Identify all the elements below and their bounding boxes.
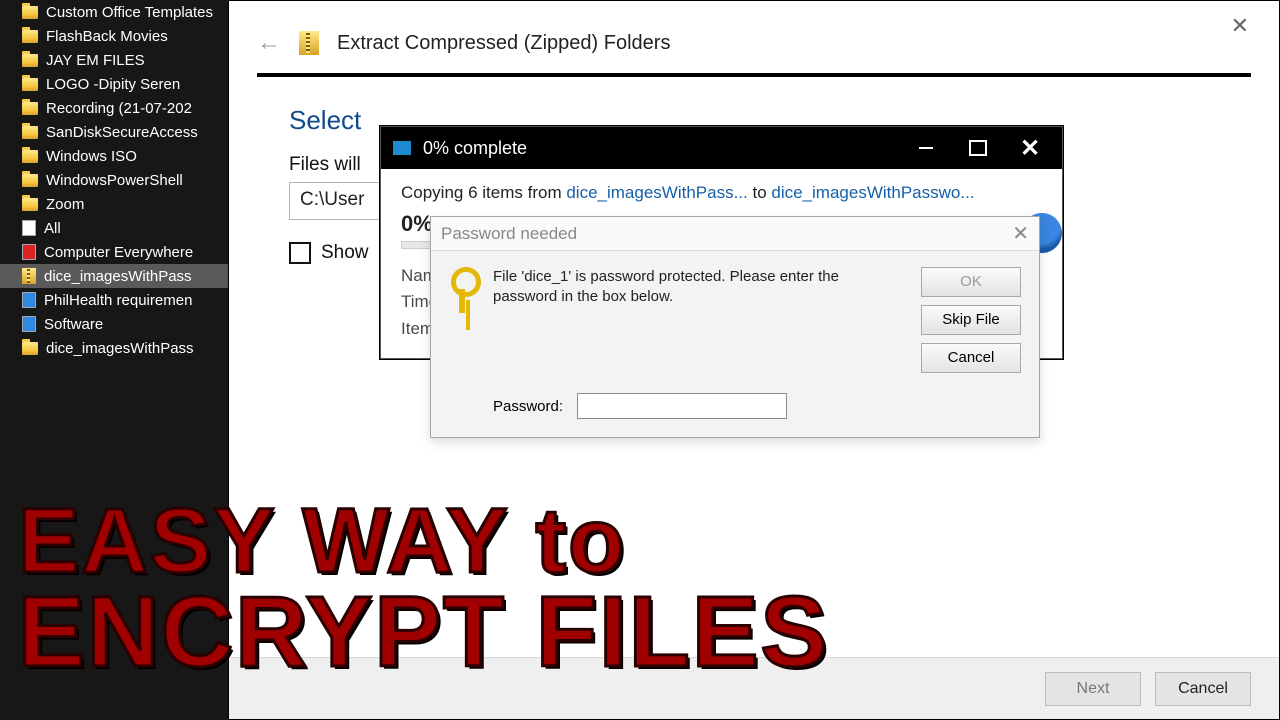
sidebar-item[interactable]: All — [0, 216, 228, 240]
folder-icon — [22, 150, 38, 163]
sidebar-item-label: Computer Everywhere — [44, 244, 193, 261]
folder-icon — [22, 174, 38, 187]
sidebar-item[interactable]: PhilHealth requiremen — [0, 288, 228, 312]
zip-icon — [299, 31, 319, 55]
folder-icon — [22, 6, 38, 19]
back-arrow-icon[interactable]: ← — [257, 29, 281, 57]
overlay-line2: ENCRYPT FILES — [18, 585, 829, 680]
key-icon — [447, 267, 477, 311]
sidebar-item-label: Windows ISO — [46, 148, 137, 165]
wizard-title: Extract Compressed (Zipped) Folders — [337, 32, 670, 55]
password-input[interactable] — [577, 393, 787, 419]
document-icon — [22, 292, 36, 308]
close-icon[interactable]: ✕ — [1012, 221, 1029, 246]
close-icon[interactable]: ✕ — [1231, 13, 1249, 39]
copy-icon — [393, 141, 411, 155]
close-button[interactable]: ✕ — [1004, 129, 1056, 167]
sidebar-item-label: dice_imagesWithPass — [44, 268, 192, 285]
sidebar-item-label: All — [44, 220, 61, 237]
folder-icon — [22, 198, 38, 211]
source-link[interactable]: dice_imagesWithPass... — [566, 183, 747, 202]
copy-prefix: Copying 6 items from — [401, 183, 566, 202]
folder-icon — [22, 54, 38, 67]
sidebar-item-label: SanDiskSecureAccess — [46, 124, 198, 141]
sidebar-item[interactable]: JAY EM FILES — [0, 48, 228, 72]
maximize-button[interactable] — [952, 129, 1004, 167]
sidebar-item[interactable]: FlashBack Movies — [0, 24, 228, 48]
folder-icon — [22, 342, 38, 355]
sidebar-item-label: Recording (21-07-202 — [46, 100, 192, 117]
progress-titlebar[interactable]: 0% complete ✕ — [381, 127, 1062, 169]
sidebar-item-label: Custom Office Templates — [46, 4, 213, 21]
sidebar-item[interactable]: Zoom — [0, 192, 228, 216]
password-content: File 'dice_1' is password protected. Ple… — [431, 251, 1039, 393]
password-row: Password: — [431, 393, 1039, 437]
cancel-button[interactable]: Cancel — [921, 343, 1021, 373]
ok-button[interactable]: OK — [921, 267, 1021, 297]
folder-icon — [22, 102, 38, 115]
document-icon — [22, 220, 36, 236]
sidebar-item-label: WindowsPowerShell — [46, 172, 183, 189]
overlay-caption: EASY WAY to ENCRYPT FILES — [18, 498, 829, 680]
dest-link[interactable]: dice_imagesWithPasswo... — [771, 183, 974, 202]
sidebar-item-label: Software — [44, 316, 103, 333]
password-titlebar[interactable]: Password needed ✕ — [431, 217, 1039, 251]
sidebar-item[interactable]: Recording (21-07-202 — [0, 96, 228, 120]
sidebar-item-label: PhilHealth requiremen — [44, 292, 192, 309]
sidebar-item[interactable]: Custom Office Templates — [0, 0, 228, 24]
password-dialog: Password needed ✕ File 'dice_1' is passw… — [430, 216, 1040, 438]
show-label: Show — [321, 242, 369, 264]
minimize-button[interactable] — [900, 129, 952, 167]
sidebar-item[interactable]: Windows ISO — [0, 144, 228, 168]
password-label: Password: — [493, 398, 563, 415]
folder-icon — [22, 30, 38, 43]
copy-status-line: Copying 6 items from dice_imagesWithPass… — [401, 183, 1042, 203]
sidebar-item[interactable]: LOGO -Dipity Seren — [0, 72, 228, 96]
checkbox-icon[interactable] — [289, 242, 311, 264]
password-message: File 'dice_1' is password protected. Ple… — [493, 267, 905, 373]
wizard-header: ← Extract Compressed (Zipped) Folders — [229, 1, 1279, 69]
sidebar-item[interactable]: Software — [0, 312, 228, 336]
sidebar-item-label: JAY EM FILES — [46, 52, 145, 69]
sidebar-item[interactable]: Computer Everywhere — [0, 240, 228, 264]
pdf-icon — [22, 244, 36, 260]
sidebar-item-label: FlashBack Movies — [46, 28, 168, 45]
sidebar-item[interactable]: dice_imagesWithPass — [0, 264, 228, 288]
progress-title: 0% complete — [423, 138, 527, 159]
password-title: Password needed — [441, 224, 577, 244]
skip-file-button[interactable]: Skip File — [921, 305, 1021, 335]
copy-mid: to — [748, 183, 772, 202]
sidebar-item[interactable]: dice_imagesWithPass — [0, 336, 228, 360]
sidebar-item-label: Zoom — [46, 196, 84, 213]
folder-icon — [22, 78, 38, 91]
sidebar-item[interactable]: WindowsPowerShell — [0, 168, 228, 192]
password-buttons: OK Skip File Cancel — [921, 267, 1021, 373]
document-icon — [22, 316, 36, 332]
sidebar-item-label: LOGO -Dipity Seren — [46, 76, 180, 93]
cancel-button[interactable]: Cancel — [1155, 672, 1251, 706]
sidebar-item-label: dice_imagesWithPass — [46, 340, 194, 357]
sidebar-item[interactable]: SanDiskSecureAccess — [0, 120, 228, 144]
next-button[interactable]: Next — [1045, 672, 1141, 706]
zip-icon — [22, 268, 36, 284]
folder-icon — [22, 126, 38, 139]
